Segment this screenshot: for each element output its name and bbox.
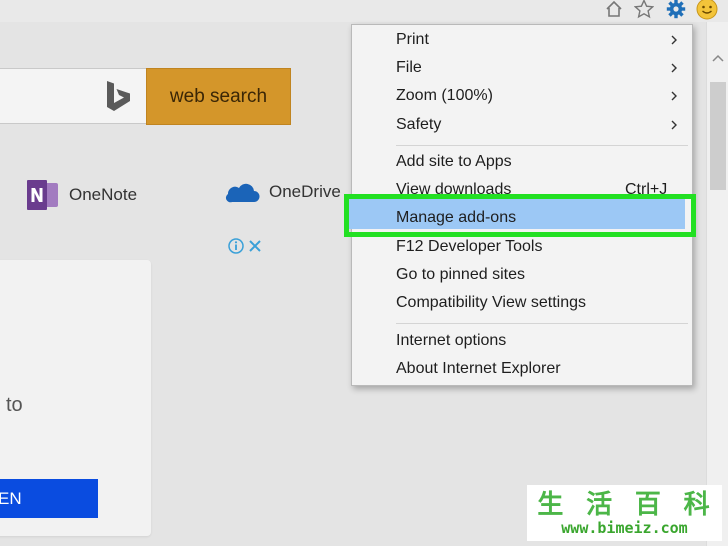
submenu-chevron-icon <box>671 120 677 130</box>
watermark-char: 生 <box>537 488 566 519</box>
submenu-chevron-icon <box>671 91 677 101</box>
onenote-icon <box>26 180 60 210</box>
app-link-onenote[interactable]: OneNote <box>26 180 137 210</box>
watermark-char: 百 <box>634 488 663 519</box>
menu-item-print[interactable]: Print <box>396 31 429 49</box>
scroll-up-icon[interactable] <box>707 48 728 68</box>
menu-separator <box>396 323 688 324</box>
feedback-smiley-icon[interactable] <box>696 0 718 20</box>
menu-item-safety[interactable]: Safety <box>396 116 441 134</box>
menu-separator <box>396 145 688 146</box>
web-search-button-label: web search <box>169 85 268 107</box>
promo-card-button-label: EN <box>0 488 22 508</box>
page-scrollbar[interactable] <box>706 22 728 546</box>
watermark-title: 生 活 百 科 <box>527 485 722 519</box>
submenu-chevron-icon <box>671 35 677 45</box>
promo-card-button[interactable]: EN <box>0 479 98 518</box>
manage-add-ons-highlight-box <box>344 194 696 237</box>
menu-item-file[interactable]: File <box>396 59 422 77</box>
menu-item-zoom[interactable]: Zoom (100%) <box>396 87 493 105</box>
ad-info-icon[interactable] <box>228 238 244 254</box>
menu-item-go-to-pinned-sites[interactable]: Go to pinned sites <box>396 266 525 284</box>
browser-toolbar <box>0 0 728 22</box>
onedrive-cloud-icon <box>224 180 260 204</box>
submenu-chevron-icon <box>671 63 677 73</box>
app-link-label: OneNote <box>69 185 138 204</box>
menu-item-compatibility-view-settings[interactable]: Compatibility View settings <box>396 294 586 312</box>
menu-item-add-site-to-apps[interactable]: Add site to Apps <box>396 153 512 171</box>
promo-card-text: to <box>6 394 23 416</box>
scroll-thumb[interactable] <box>710 82 726 190</box>
ad-close-icon[interactable] <box>247 238 263 254</box>
home-icon[interactable] <box>603 0 625 20</box>
web-search-button[interactable]: web search <box>146 68 291 125</box>
menu-item-about-internet-explorer[interactable]: About Internet Explorer <box>396 360 561 378</box>
menu-item-f12-developer-tools[interactable]: F12 Developer Tools <box>396 238 542 256</box>
app-link-onedrive[interactable]: OneDrive <box>224 180 341 204</box>
tools-gear-icon[interactable] <box>665 0 687 20</box>
bing-logo-icon <box>104 80 134 119</box>
watermark-url: www.bimeiz.com <box>561 519 688 537</box>
menu-item-internet-options[interactable]: Internet options <box>396 332 506 350</box>
site-watermark: 生 活 百 科 www.bimeiz.com <box>527 485 722 541</box>
watermark-char: 科 <box>683 488 712 519</box>
watermark-char: 活 <box>586 488 615 519</box>
app-link-label: OneDrive <box>269 182 341 201</box>
ad-choices[interactable] <box>228 238 263 254</box>
favorites-star-icon[interactable] <box>633 0 655 20</box>
